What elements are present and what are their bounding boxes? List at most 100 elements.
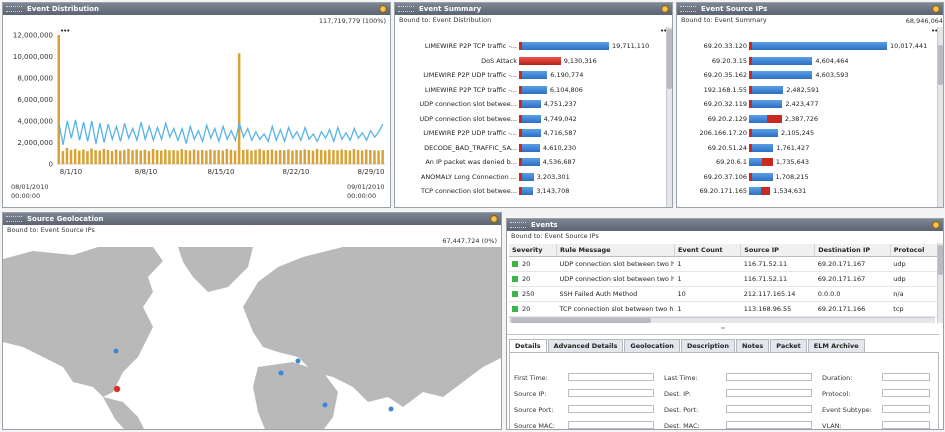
distribution-bar[interactable] <box>151 148 155 164</box>
tab-elm-archive[interactable]: ELM Archive <box>807 339 865 352</box>
bar-row[interactable]: LIMEWIRE P2P TCP traffic -... 6,104,806 <box>395 85 667 96</box>
distribution-bar[interactable] <box>188 150 192 164</box>
bar-row[interactable]: 69.20.3.15 4,604,464 <box>677 56 939 67</box>
grip-icon[interactable] <box>680 6 696 12</box>
distribution-bar[interactable] <box>246 149 249 164</box>
geo-marker[interactable] <box>113 385 121 393</box>
vertical-scrollbar[interactable] <box>666 27 672 207</box>
distribution-bar[interactable] <box>262 150 266 164</box>
column-header-rule-message[interactable]: Rule Message <box>556 244 675 257</box>
distribution-bar[interactable] <box>328 149 331 164</box>
event-distribution-chart[interactable]: 12,000,000 10,000,000 8,000,000 6,000,000 4,… <box>3 15 391 208</box>
tab-geolocation[interactable]: Geolocation <box>624 339 680 352</box>
distribution-bar[interactable] <box>237 53 241 164</box>
distribution-bar[interactable] <box>164 149 167 164</box>
panel-menu-icon[interactable] <box>661 5 669 13</box>
bar[interactable] <box>519 71 548 79</box>
dest-ip-field[interactable] <box>726 389 812 397</box>
distribution-bar[interactable] <box>213 150 216 164</box>
geo-marker[interactable] <box>295 358 301 364</box>
panel-menu-icon[interactable] <box>490 215 498 223</box>
horizontal-scrollbar[interactable] <box>509 317 935 323</box>
event-subtype-field[interactable] <box>882 405 930 413</box>
bar[interactable] <box>749 172 773 181</box>
distribution-bar[interactable] <box>90 148 93 164</box>
distribution-bar[interactable] <box>127 148 130 164</box>
bar-row[interactable]: ANOMALY Long Connection ... 3,203,301 <box>395 172 667 183</box>
distribution-bar[interactable] <box>319 150 323 164</box>
column-header-event-count[interactable]: Event Count <box>674 244 742 257</box>
table-row[interactable]: 20 TCP connection slot between two h 1 1… <box>509 301 939 317</box>
bar[interactable] <box>519 129 541 137</box>
distribution-bar[interactable] <box>266 150 270 164</box>
geo-marker[interactable] <box>322 402 328 408</box>
distribution-bar[interactable] <box>119 150 122 164</box>
distribution-bar[interactable] <box>143 149 147 164</box>
distribution-bar[interactable] <box>196 150 200 164</box>
distribution-bar[interactable] <box>278 150 282 164</box>
bar[interactable] <box>749 100 783 108</box>
source-geolocation-titlebar[interactable]: Source Geolocation <box>3 213 501 225</box>
distribution-bar[interactable] <box>270 149 274 164</box>
bar-row[interactable]: 69.20.35.162 4,603,593 <box>677 70 939 81</box>
distribution-bar[interactable] <box>324 150 327 164</box>
distribution-bar[interactable] <box>78 150 81 164</box>
scrollbar-thumb[interactable] <box>667 29 672 89</box>
bar-row[interactable]: DoS Attack 9,130,316 <box>395 56 667 67</box>
distribution-bar[interactable] <box>94 150 97 164</box>
event-summary-titlebar[interactable]: Event Summary <box>395 3 672 15</box>
panel-menu-icon[interactable] <box>379 5 387 13</box>
scrollbar-thumb[interactable] <box>511 318 651 323</box>
distribution-bar[interactable] <box>217 150 220 164</box>
source-mac-field[interactable] <box>568 421 654 429</box>
distribution-bar[interactable] <box>373 150 376 164</box>
distribution-bar[interactable] <box>295 150 298 164</box>
event-source-ips-titlebar[interactable]: Event Source IPs <box>677 3 943 15</box>
bar[interactable] <box>519 143 541 152</box>
tab-details[interactable]: Details <box>509 339 547 352</box>
bar[interactable] <box>749 85 784 94</box>
bar[interactable] <box>519 114 541 123</box>
distribution-bar[interactable] <box>69 150 73 164</box>
distribution-bar[interactable] <box>311 150 315 164</box>
vlan-field[interactable] <box>882 421 930 429</box>
dest-port-field[interactable] <box>726 405 812 413</box>
bar-row[interactable]: 69.20.2.129 2,387,726 <box>677 114 939 125</box>
distribution-bar[interactable] <box>291 150 294 164</box>
distribution-bar[interactable] <box>229 149 233 164</box>
scrollbar-thumb[interactable] <box>938 245 943 275</box>
table-row[interactable]: 20 UDP connection slot between two h 1 1… <box>509 256 939 272</box>
column-header-destination-ip[interactable]: Destination IP <box>814 244 891 257</box>
bar-row[interactable]: LIMEWIRE P2P UDP traffic -... 4,716,587 <box>395 128 667 139</box>
distribution-bar[interactable] <box>61 151 65 164</box>
distribution-bar[interactable] <box>250 150 253 164</box>
distribution-bar[interactable] <box>315 148 319 164</box>
bar-row[interactable]: LIMEWIRE P2P UDP traffic -... 6,190,774 <box>395 70 667 81</box>
distribution-bar[interactable] <box>168 150 171 164</box>
grip-icon[interactable] <box>6 216 22 222</box>
panel-menu-icon[interactable] <box>932 5 940 13</box>
distribution-bar[interactable] <box>287 149 290 164</box>
tab-notes[interactable]: Notes <box>735 339 770 352</box>
bar-row[interactable]: An IP packet was denied b... 4,536,687 <box>395 157 667 168</box>
geo-marker[interactable] <box>278 370 284 376</box>
bar-row[interactable]: LIMEWIRE P2P TCP traffic -... 19,711,110 <box>395 41 667 52</box>
distribution-bar[interactable] <box>365 149 368 164</box>
scrollbar-thumb[interactable] <box>938 45 943 85</box>
distribution-bar[interactable] <box>233 150 237 164</box>
bar[interactable] <box>519 56 561 65</box>
bar-row[interactable]: UDP connection slot betwee... 4,751,237 <box>395 99 667 110</box>
bar[interactable] <box>519 100 541 108</box>
distribution-bar[interactable] <box>86 151 89 164</box>
distribution-bar[interactable] <box>139 150 143 164</box>
bar[interactable] <box>519 172 534 181</box>
bar-row[interactable]: 69.20.37.106 1,708,215 <box>677 172 939 183</box>
distribution-bar[interactable] <box>352 148 356 164</box>
bar-row[interactable]: 69.20.171.165 1,534,631 <box>677 186 939 197</box>
bar[interactable] <box>749 187 771 195</box>
distribution-bar[interactable] <box>106 150 110 164</box>
bar-row[interactable]: 69.20.33.120 10,017,441 <box>677 41 939 52</box>
bar[interactable] <box>749 56 813 65</box>
distribution-bar[interactable] <box>377 150 380 164</box>
distribution-bar[interactable] <box>82 149 85 164</box>
